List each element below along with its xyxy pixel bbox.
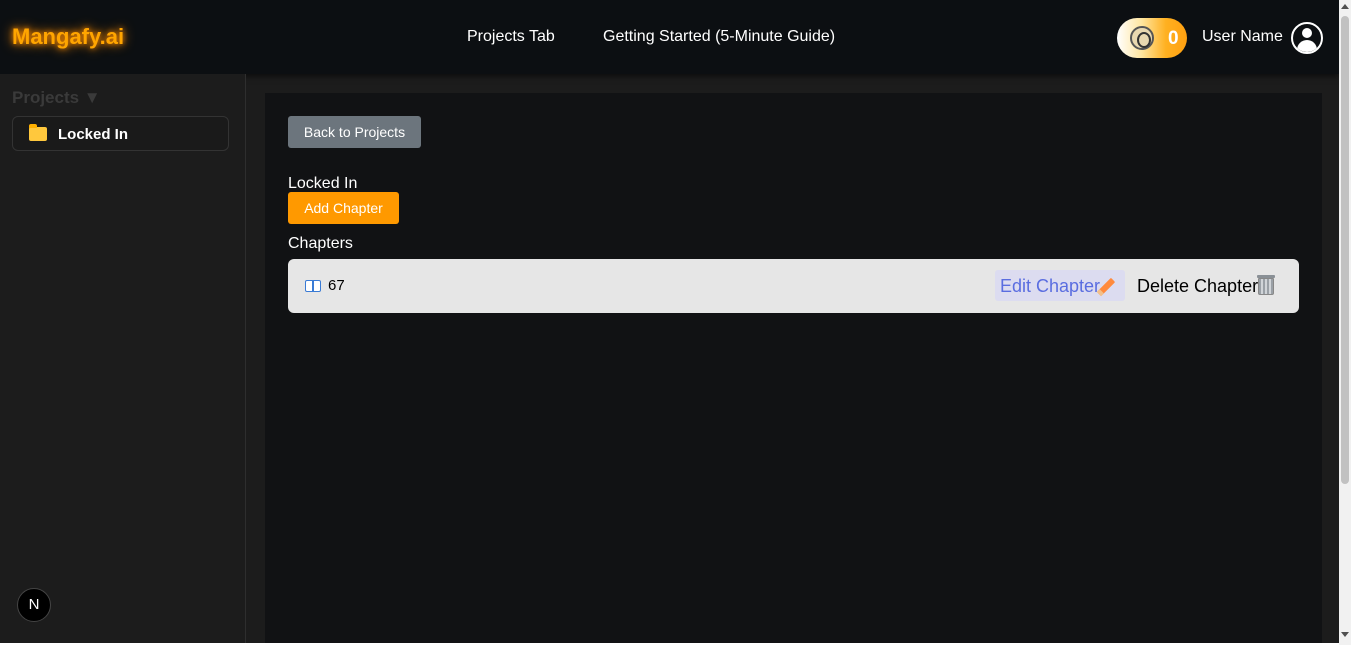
project-title: Locked In (288, 175, 358, 192)
nextjs-badge-icon[interactable]: N (17, 588, 51, 622)
back-to-projects-button[interactable]: Back to Projects (288, 116, 421, 148)
avatar-body (1297, 40, 1317, 52)
chapter-row[interactable]: 67 Edit Chapter Delete Chapter (288, 259, 1299, 313)
sidebar-projects-toggle[interactable]: Projects ▼ (12, 88, 101, 108)
top-header: Mangafy.ai Projects Tab Getting Started … (0, 0, 1339, 74)
folder-icon (29, 124, 47, 141)
edit-chapter-label: Edit Chapter (1000, 276, 1101, 296)
scroll-down-icon[interactable] (1341, 632, 1349, 637)
add-chapter-button[interactable]: Add Chapter (288, 192, 399, 224)
nav-projects-tab[interactable]: Projects Tab (467, 28, 555, 46)
scroll-up-icon[interactable] (1341, 4, 1349, 9)
user-name[interactable]: User Name (1202, 28, 1283, 46)
nav-getting-started[interactable]: Getting Started (5-Minute Guide) (603, 28, 835, 46)
scroll-thumb[interactable] (1341, 16, 1349, 484)
coin-icon (1130, 26, 1154, 50)
credit-count: 0 (1168, 28, 1179, 49)
logo[interactable]: Mangafy.ai (12, 24, 124, 50)
book-icon (305, 279, 321, 293)
sidebar-item-locked-in[interactable]: Locked In (12, 116, 229, 151)
avatar-icon[interactable] (1291, 22, 1323, 54)
avatar-head (1302, 28, 1312, 38)
sidebar-item-label: Locked In (58, 126, 129, 143)
main-content: Back to Projects Locked In Add Chapter C… (264, 92, 1323, 643)
delete-chapter-label: Delete Chapter (1137, 276, 1259, 296)
app-window: Mangafy.ai Projects Tab Getting Started … (0, 0, 1339, 643)
trash-icon (1257, 275, 1275, 295)
credits-badge[interactable]: 0 (1117, 18, 1187, 58)
page-scrollbar[interactable] (1339, 0, 1351, 645)
chapter-name[interactable]: 67 (328, 277, 345, 294)
sidebar: Projects ▼ Locked In N (0, 74, 246, 643)
edit-chapter-button[interactable]: Edit Chapter (995, 270, 1125, 301)
delete-chapter-button[interactable]: Delete Chapter (1137, 270, 1287, 301)
chapters-heading: Chapters (288, 235, 353, 252)
